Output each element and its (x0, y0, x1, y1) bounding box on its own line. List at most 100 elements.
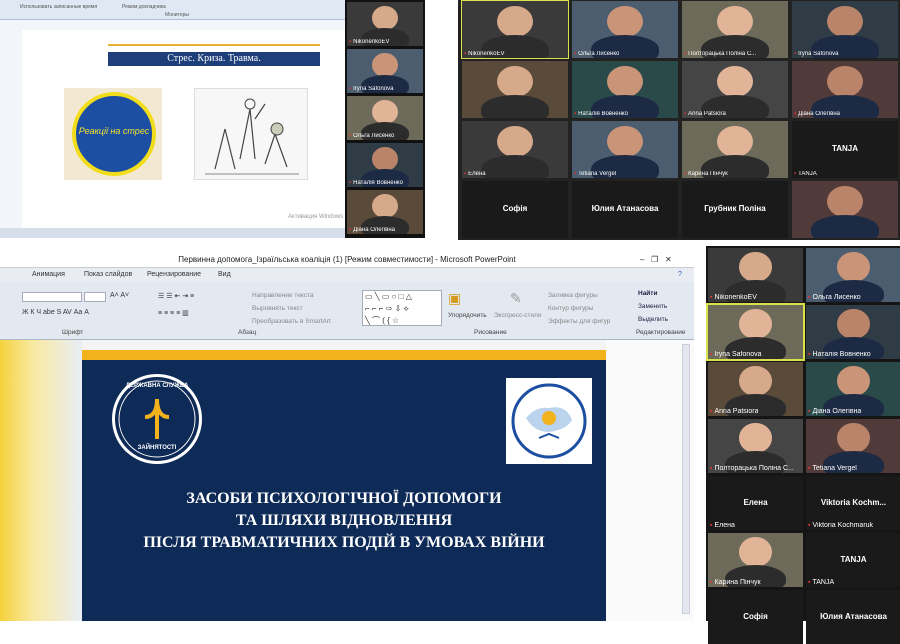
participant-tile[interactable]: Юлия Атанасова (806, 590, 900, 644)
participant-tile[interactable]: Anna Patsiora (682, 61, 788, 118)
participant-tile[interactable]: Діана Олегівна (347, 190, 423, 234)
group-drawing-label: Рисование (474, 329, 507, 336)
ribbon-item[interactable]: Использовать записанные время (20, 4, 97, 10)
menu-view[interactable]: Вид (218, 271, 231, 278)
shapes-gallery[interactable]: ▭ ╲ ▭ ○ □ △ ⌐ ⌐ ⌐ ⇨ ⇩ ⟡ ╲ ⌒ ( { ☆ (362, 290, 442, 326)
font-size-select[interactable] (84, 292, 106, 302)
participant-tile[interactable]: Anna Patsiora (708, 362, 803, 416)
find-button[interactable]: Найти (638, 290, 657, 297)
participant-name-large: Софія (502, 203, 528, 213)
participant-face (606, 65, 643, 97)
scroll-track[interactable] (682, 344, 690, 614)
participant-name-large: TANJA (840, 554, 867, 564)
select-button[interactable]: Выделить (638, 316, 668, 323)
quick-styles-button[interactable]: Экспресс-стили (494, 312, 542, 319)
title-line: ЗАСОБИ ПСИХОЛОГІЧНОЇ ДОПОМОГИ (186, 490, 502, 507)
coalition-logo (506, 378, 592, 464)
participant-name-large: Грубник Поліна (704, 203, 766, 213)
align-text[interactable]: Выровнять текст (252, 305, 303, 312)
slide-title: ЗАСОБИ ПСИХОЛОГІЧНОЇ ДОПОМОГИ ТА ШЛЯХИ В… (82, 488, 606, 554)
quick-styles-icon[interactable]: ✎ (510, 290, 522, 307)
replace-button[interactable]: Заменить (638, 303, 667, 310)
employment-service-logo: ДЕРЖАВНА СЛУЖБА ЗАЙНЯТОСТІ (112, 374, 202, 464)
participant-tile[interactable]: Iryna Safonova (706, 303, 805, 361)
participant-tile[interactable]: Елена (462, 121, 568, 178)
participant-name: Tetiana Vergel (574, 171, 616, 177)
participant-tile[interactable]: Наталія Вовненко (806, 305, 900, 359)
participant-tile[interactable]: Iryna Safonova (347, 49, 423, 93)
participant-tile[interactable]: Tetiana Vergel (572, 121, 678, 178)
participant-face (826, 185, 863, 217)
video-feed (462, 1, 568, 58)
video-feed (572, 121, 678, 178)
participant-tile[interactable]: TANJA TANJA (806, 533, 900, 587)
convert-smartart[interactable]: Преобразовать в SmartArt (252, 318, 331, 325)
participant-tile[interactable]: Діана Олегівна (792, 61, 898, 118)
participant-face (716, 125, 753, 157)
participant-tile[interactable]: Елена Елена (708, 476, 803, 530)
participant-name-large: Юлия Атанасова (820, 611, 887, 621)
participant-face (496, 125, 533, 157)
shape-outline[interactable]: Контур фигуры (548, 305, 593, 312)
participant-name: NikonenkoEV (349, 39, 389, 45)
participant-tile[interactable]: Софія (708, 590, 803, 644)
participant-name: Діана Олегівна (349, 227, 395, 233)
participant-tile[interactable]: Грубник Поліна (682, 181, 788, 238)
participant-tile[interactable]: Юлия Атанасова (572, 181, 678, 238)
participant-tile[interactable] (792, 181, 898, 238)
participant-tile[interactable]: NikonenkoEV (347, 2, 423, 46)
participant-tile[interactable]: Полторацька Поліна С... (708, 419, 803, 473)
vertical-scrollbar[interactable] (606, 340, 694, 621)
video-feed (792, 1, 898, 58)
participant-face (739, 537, 772, 567)
participant-face (716, 5, 753, 37)
participant-tile[interactable]: Полторацька Поліна С... (682, 1, 788, 58)
window-controls[interactable]: – ❐ ✕ (640, 255, 672, 264)
participant-tile[interactable]: Viktoria Kochm... Viktoria Kochmaruk (806, 476, 900, 530)
participant-name: Діана Олегівна (794, 111, 840, 117)
participant-face (372, 99, 398, 124)
participant-tile[interactable] (462, 61, 568, 118)
participant-tile[interactable]: Наталія Вовненко (347, 143, 423, 187)
text-direction[interactable]: Направление текста (252, 292, 314, 299)
participant-face (739, 423, 772, 453)
shape-fill[interactable]: Заливка фигуры (548, 292, 598, 299)
participant-tile[interactable]: Ольга Лисенко (806, 248, 900, 302)
font-name-select[interactable] (22, 292, 82, 302)
participant-tile[interactable]: NikonenkoEV (708, 248, 803, 302)
align-icons[interactable]: ≡ ≡ ≡ ≡ ▥ (158, 309, 189, 317)
ribbon-item: Мониторы (165, 12, 189, 18)
menu-slideshow[interactable]: Показ слайдов (84, 271, 132, 278)
list-icons[interactable]: ☰ ☰ ⇤ ⇥ ≡ (158, 292, 194, 300)
grow-font-icon[interactable]: A˄ A˅ (110, 292, 129, 299)
video-feed (682, 121, 788, 178)
participant-tile[interactable]: Ольга Лисенко (572, 1, 678, 58)
format-icons[interactable]: Ж К Ч abe S AV Аа A (22, 309, 89, 316)
gold-band (82, 350, 606, 360)
menu-animation[interactable]: Анимация (32, 271, 65, 278)
participant-tile[interactable]: Iryna Safonova (792, 1, 898, 58)
ribbon-item[interactable]: Режим докладчика (122, 4, 166, 10)
title-line: ТА ШЛЯХИ ВІДНОВЛЕННЯ (235, 512, 453, 529)
participant-tile[interactable]: Наталія Вовненко (572, 61, 678, 118)
coalition-emblem-icon (511, 383, 587, 459)
arrange-icon[interactable]: ▣ (448, 290, 461, 307)
participant-tile[interactable]: Ольга Лисенко (347, 96, 423, 140)
menu-review[interactable]: Рецензирование (147, 271, 201, 278)
participant-tile[interactable]: Tetiana Vergel (806, 419, 900, 473)
arrange-button[interactable]: Упорядочить (448, 312, 487, 319)
video-feed (682, 1, 788, 58)
participant-face (716, 65, 753, 97)
participant-face (826, 5, 863, 37)
participant-tile[interactable]: TANJA TANJA (792, 121, 898, 178)
shape-effects[interactable]: Эффекты для фигур (548, 318, 610, 325)
participant-tile[interactable]: NikonenkoEV (461, 0, 569, 59)
help-icon[interactable]: ? (678, 271, 682, 278)
participant-tile[interactable]: Діана Олегівна (806, 362, 900, 416)
participant-body (811, 215, 879, 238)
participant-tile[interactable]: Карина Пінчук (682, 121, 788, 178)
gold-line (108, 44, 320, 46)
participant-tile[interactable]: Карина Пінчук (708, 533, 803, 587)
participant-body (481, 155, 549, 178)
participant-tile[interactable]: Софія (462, 181, 568, 238)
